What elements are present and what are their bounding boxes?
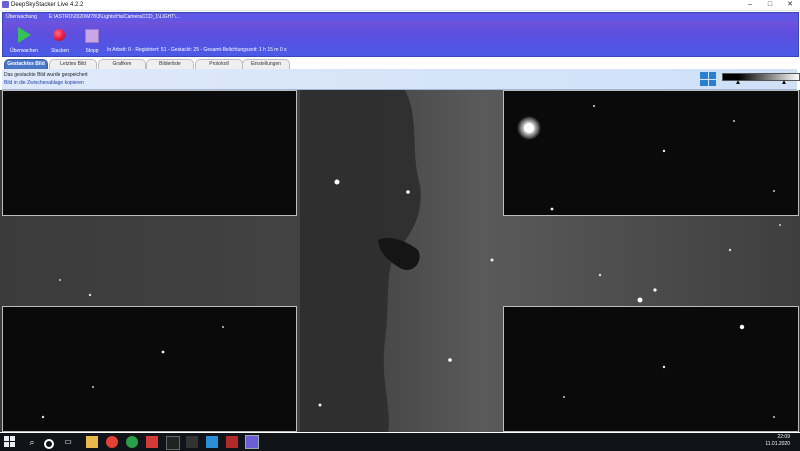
start-button[interactable] bbox=[4, 436, 16, 448]
window-title: DeepSkyStacker Live 4.2.2 bbox=[11, 2, 84, 8]
monitor-button[interactable]: Überwachen bbox=[9, 24, 39, 54]
view-grid-icon[interactable] bbox=[700, 72, 716, 86]
terminal-icon[interactable] bbox=[166, 436, 180, 450]
tile-bottom-right bbox=[503, 306, 799, 432]
app-icon[interactable] bbox=[186, 436, 198, 448]
monitoring-label[interactable]: Überwachung bbox=[6, 13, 37, 21]
saved-message: Das gestackte Bild wurde gespeichert bbox=[4, 72, 88, 78]
deepskystacker-icon[interactable] bbox=[245, 435, 259, 449]
histogram-gradient bbox=[722, 73, 800, 81]
close-button[interactable]: ✕ bbox=[780, 0, 800, 10]
info-strip: Das gestackte Bild wurde gespeichert Bil… bbox=[2, 69, 800, 90]
black-point-handle[interactable] bbox=[736, 80, 740, 84]
app-icon bbox=[2, 1, 9, 8]
app-icon[interactable] bbox=[206, 436, 218, 448]
white-point-handle[interactable] bbox=[782, 80, 786, 84]
tab-bar: Gestacktes Bild Letztes Bild Grafiken Bi… bbox=[2, 59, 797, 70]
edge-icon[interactable] bbox=[126, 436, 138, 448]
minimize-button[interactable]: – bbox=[740, 0, 760, 10]
toolbar-banner: Überwachung E:\ASTRO\2020\M78\3\Lights\H… bbox=[2, 12, 799, 57]
task-view-icon[interactable]: ▭ bbox=[62, 436, 74, 448]
taskbar: ⌕ ▭ 22:09 11.01.2020 bbox=[0, 433, 800, 451]
cortana-icon[interactable] bbox=[44, 439, 54, 449]
star-field-bottom-left bbox=[41, 326, 224, 419]
app-icon[interactable] bbox=[226, 436, 238, 448]
tile-bottom-left bbox=[2, 306, 297, 432]
stacked-image-view[interactable] bbox=[0, 90, 800, 432]
app-icon[interactable] bbox=[146, 436, 158, 448]
tile-top-left bbox=[2, 90, 297, 216]
stacking-status: In Arbeit: 0 - Registriert: 51 - Gestack… bbox=[107, 47, 287, 53]
copy-to-clipboard-link[interactable]: Bild in die Zwischenablage kopieren bbox=[4, 80, 84, 86]
chrome-icon[interactable] bbox=[106, 436, 118, 448]
histogram-slider[interactable] bbox=[720, 71, 800, 87]
monitoring-path: E:\ASTRO\2020\M78\3\Lights\Ha\CameraCCD_… bbox=[49, 14, 180, 20]
search-icon[interactable]: ⌕ bbox=[26, 436, 38, 448]
clock-date: 11.01.2020 bbox=[765, 441, 790, 447]
tile-top-right bbox=[503, 90, 799, 216]
record-icon bbox=[53, 29, 65, 41]
stop-icon bbox=[85, 29, 99, 43]
bright-star-field bbox=[517, 105, 775, 211]
stop-button[interactable]: Stopp bbox=[77, 24, 107, 54]
star-field-bottom-right bbox=[563, 324, 775, 418]
maximize-button[interactable]: □ bbox=[760, 0, 780, 10]
file-explorer-icon[interactable] bbox=[86, 436, 98, 448]
clock[interactable]: 22:09 11.01.2020 bbox=[765, 434, 790, 448]
clock-time: 22:09 bbox=[777, 434, 790, 440]
play-icon bbox=[18, 27, 31, 43]
title-bar: DeepSkyStacker Live 4.2.2 – □ ✕ bbox=[0, 0, 800, 11]
monitoring-row: Überwachung E:\ASTRO\2020\M78\3\Lights\H… bbox=[3, 13, 798, 21]
